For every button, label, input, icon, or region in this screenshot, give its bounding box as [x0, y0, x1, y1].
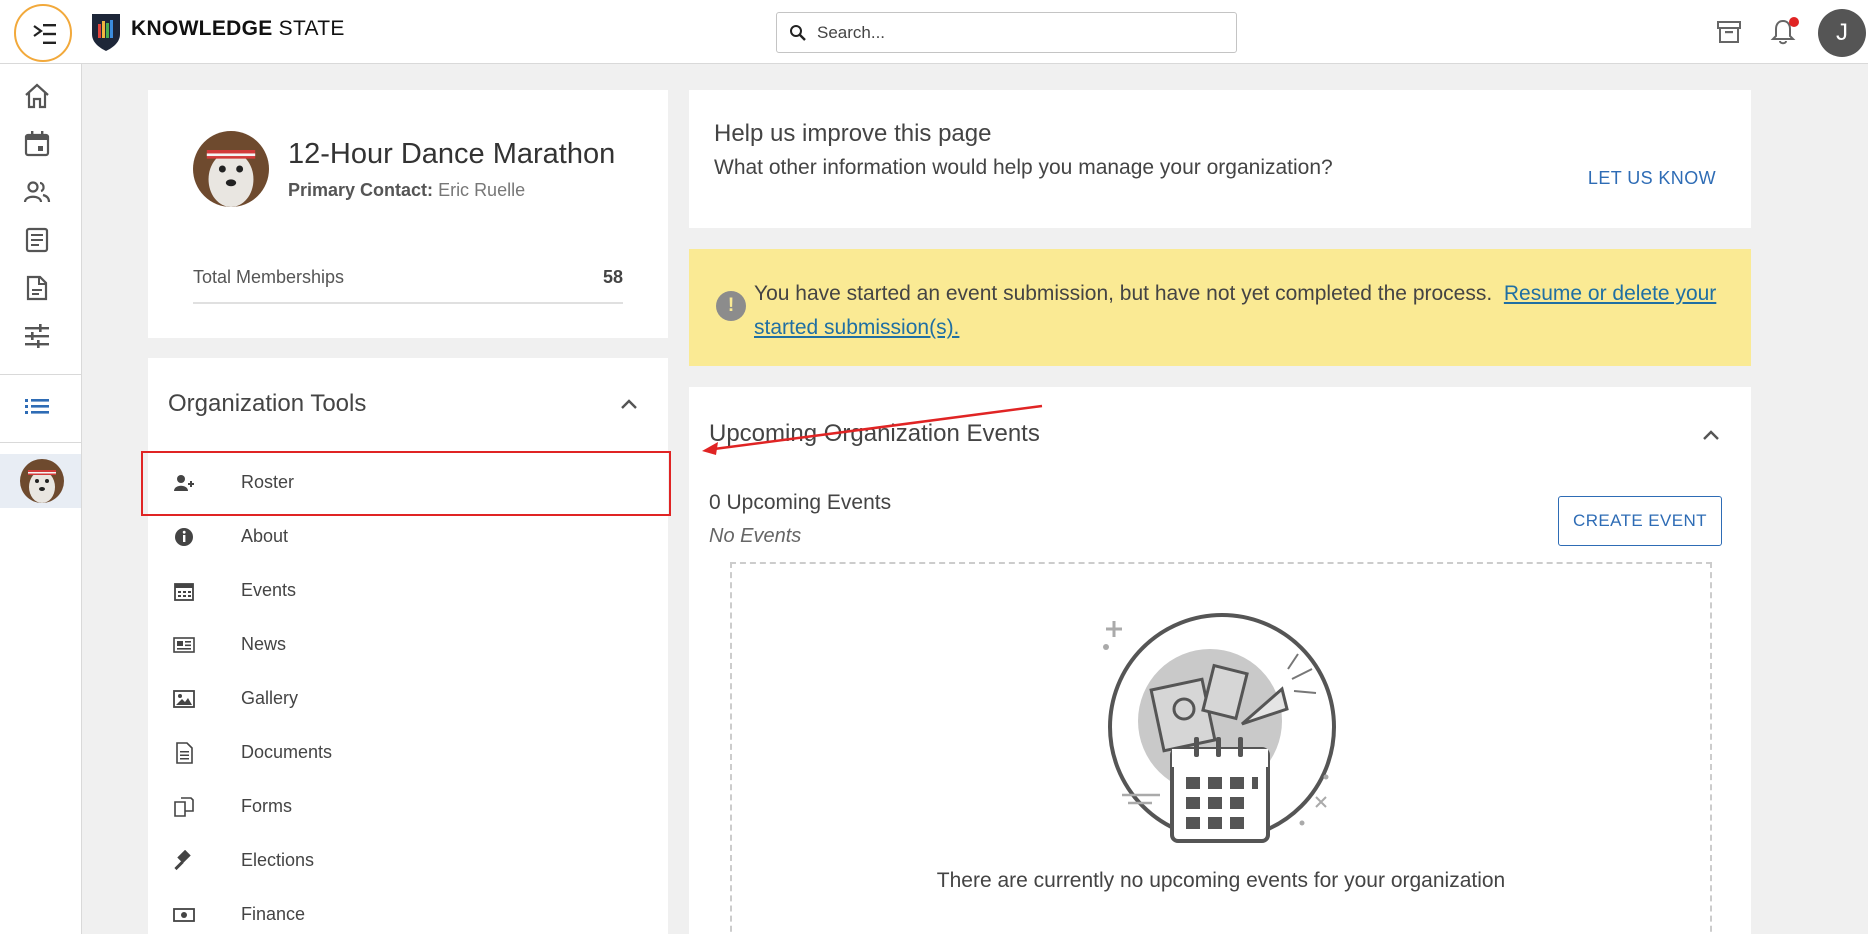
organization-tools-card: Organization Tools Roster About Events N… [148, 358, 668, 934]
org-avatar[interactable] [20, 459, 64, 503]
tool-label: About [241, 526, 289, 546]
chevron-up-icon[interactable] [1702, 429, 1720, 441]
document-icon [176, 742, 193, 764]
highlight-annotation [141, 451, 671, 516]
tool-label: Gallery [241, 688, 299, 708]
rail-divider [0, 374, 81, 375]
org-name: 12-Hour Dance Marathon [288, 138, 616, 170]
search-icon [790, 25, 806, 41]
feedback-card: Help us improve this page What other inf… [689, 90, 1751, 228]
calendar-icon [174, 583, 194, 601]
dog-avatar-image [20, 459, 64, 503]
empty-state: There are currently no upcoming events f… [730, 562, 1712, 934]
article-icon[interactable] [23, 226, 51, 254]
org-avatar-large [193, 131, 269, 207]
archive-icon[interactable] [1714, 17, 1744, 47]
tool-item-about[interactable]: About [148, 512, 668, 562]
profile-card: 12-Hour Dance Marathon Primary Contact: … [148, 90, 668, 338]
tool-label: Events [241, 580, 297, 600]
left-rail [0, 64, 82, 934]
tool-item-elections[interactable]: Elections [148, 836, 668, 886]
forms-icon [174, 797, 194, 817]
menu-icon [33, 24, 56, 44]
divider [193, 302, 623, 304]
no-events-label: No Events [709, 525, 802, 547]
user-avatar[interactable]: J [1818, 9, 1866, 57]
memberships-count: 58 [602, 267, 623, 287]
events-title: Upcoming Organization Events [709, 420, 1040, 447]
feedback-title: Help us improve this page [714, 120, 992, 147]
people-icon[interactable] [23, 178, 51, 206]
tool-item-news[interactable]: News [148, 620, 668, 670]
exclamation-icon: ! [716, 291, 746, 321]
dog-avatar-image [193, 131, 269, 207]
empty-calendar-illustration [1103, 613, 1336, 843]
tool-label: Elections [241, 850, 315, 870]
chevron-up-icon[interactable] [620, 398, 638, 410]
tool-label: Forms [241, 796, 292, 816]
events-count: 0 Upcoming Events [709, 491, 892, 514]
list-icon[interactable] [23, 392, 51, 420]
image-icon [173, 690, 195, 708]
newspaper-icon [173, 637, 195, 653]
top-bar: KNOWLEDGE STATE J [0, 0, 1868, 64]
notification-badge [1789, 17, 1799, 27]
feedback-subtitle: What other information would help you ma… [714, 156, 1333, 179]
document-icon[interactable] [23, 274, 51, 302]
tool-label: Documents [241, 742, 333, 762]
menu-toggle-button[interactable] [14, 4, 72, 62]
search-input[interactable] [817, 19, 1217, 46]
let-us-know-link[interactable]: LET US KNOW [1588, 168, 1716, 189]
tools-title: Organization Tools [168, 390, 367, 417]
gavel-icon [174, 850, 191, 871]
tool-label: Finance [241, 904, 306, 924]
upcoming-events-card: Upcoming Organization Events 0 Upcoming … [689, 387, 1751, 934]
tool-item-forms[interactable]: Forms [148, 782, 668, 832]
tool-item-gallery[interactable]: Gallery [148, 674, 668, 724]
tool-item-events[interactable]: Events [148, 566, 668, 616]
tool-item-finance[interactable]: Finance [148, 890, 668, 934]
tool-item-documents[interactable]: Documents [148, 728, 668, 778]
shield-logo-icon [92, 14, 120, 51]
sliders-icon[interactable] [23, 322, 51, 350]
info-icon [175, 528, 193, 546]
money-icon [173, 908, 195, 922]
empty-state-message: There are currently no upcoming events f… [936, 869, 1506, 892]
alert-message: You have started an event submission, bu… [754, 282, 1717, 339]
brand-name[interactable]: KNOWLEDGE STATE [131, 17, 345, 41]
rail-divider [0, 442, 81, 443]
create-event-button[interactable]: CREATE EVENT [1558, 496, 1722, 546]
home-icon[interactable] [23, 82, 51, 110]
primary-contact: Primary Contact: Eric Ruelle [288, 180, 526, 200]
memberships-label: Total Memberships [193, 267, 345, 287]
search-box[interactable] [776, 12, 1237, 53]
calendar-icon[interactable] [23, 130, 51, 158]
submission-alert: ! You have started an event submission, … [689, 249, 1751, 366]
tool-label: News [241, 634, 287, 654]
